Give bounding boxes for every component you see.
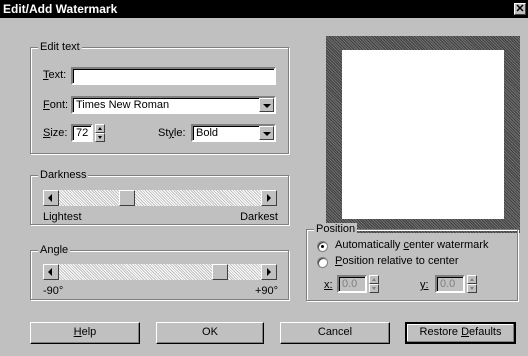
auto-center-label-pre: Automatically bbox=[335, 239, 404, 251]
darkness-min-label: Lightest bbox=[43, 211, 82, 223]
size-label-rest: ize: bbox=[50, 127, 68, 139]
help-button-rest: elp bbox=[81, 326, 97, 338]
radio-auto-center[interactable] bbox=[317, 241, 328, 252]
caret-down-icon[interactable] bbox=[467, 284, 477, 293]
darkness-legend: Darkness bbox=[38, 169, 89, 181]
style-label-pre: St bbox=[158, 127, 169, 139]
style-select-value: Bold bbox=[196, 127, 219, 139]
radio-relative[interactable] bbox=[317, 257, 328, 268]
close-icon: ✕ bbox=[515, 3, 525, 15]
auto-center-label-rest: enter watermark bbox=[408, 239, 489, 251]
caret-down-icon[interactable] bbox=[369, 284, 379, 293]
size-stepper[interactable] bbox=[95, 124, 105, 142]
angle-min-label: -90° bbox=[43, 285, 64, 297]
arrow-right-icon[interactable] bbox=[261, 264, 277, 280]
darkness-max-label: Darkest bbox=[240, 211, 278, 223]
text-label-rest: ext: bbox=[48, 69, 67, 81]
cancel-button[interactable]: Cancel bbox=[280, 322, 390, 344]
arrow-left-icon[interactable] bbox=[43, 190, 59, 206]
size-value: 72 bbox=[76, 127, 89, 139]
restore-button-pre: Restore bbox=[419, 326, 462, 338]
font-select-value: Times New Roman bbox=[76, 99, 170, 111]
relative-label: Position relative to center bbox=[335, 255, 459, 267]
y-label-text: y: bbox=[420, 279, 429, 291]
text-label: Text: bbox=[43, 69, 66, 81]
caret-down-icon[interactable] bbox=[95, 133, 105, 142]
ok-button[interactable]: OK bbox=[156, 322, 264, 344]
cancel-button-label: Cancel bbox=[317, 326, 353, 338]
size-label: Size: bbox=[43, 127, 67, 139]
x-label: x: bbox=[324, 279, 333, 291]
y-label: y: bbox=[420, 279, 429, 291]
y-offset-input[interactable]: 0.0 bbox=[435, 275, 465, 293]
x-offset-stepper[interactable] bbox=[369, 275, 379, 293]
caret-up-icon[interactable] bbox=[95, 124, 105, 133]
font-label-accel: F bbox=[43, 99, 50, 111]
darkness-group: Darkness Lightest Darkest bbox=[30, 169, 289, 225]
angle-slider[interactable] bbox=[43, 264, 277, 280]
y-offset-stepper[interactable] bbox=[467, 275, 477, 293]
darkness-slider[interactable] bbox=[43, 190, 277, 206]
title-bar: Edit/Add Watermark ✕ bbox=[0, 0, 528, 18]
caret-up-icon[interactable] bbox=[467, 275, 477, 284]
angle-group: Angle -90° +90° bbox=[30, 244, 289, 300]
help-button-accel: H bbox=[73, 326, 82, 338]
style-select[interactable]: Bold bbox=[191, 124, 276, 142]
position-legend: Position bbox=[314, 223, 358, 235]
restore-defaults-button[interactable]: Restore Defaults bbox=[405, 322, 516, 344]
angle-legend: Angle bbox=[38, 244, 71, 256]
position-group: Position Automatically center watermark … bbox=[306, 223, 518, 301]
style-label-rest: le: bbox=[173, 127, 186, 139]
relative-label-rest: osition relative to center bbox=[342, 255, 459, 267]
font-label-rest: ont: bbox=[49, 99, 69, 111]
close-button[interactable]: ✕ bbox=[514, 3, 526, 15]
arrow-left-icon[interactable] bbox=[43, 264, 59, 280]
edit-text-group: Edit text Text: Font: Times New Roman Si… bbox=[30, 41, 289, 154]
style-label: Style: bbox=[158, 127, 186, 139]
preview-page bbox=[342, 50, 504, 219]
size-input[interactable]: 72 bbox=[71, 124, 93, 142]
angle-thumb[interactable] bbox=[212, 264, 228, 280]
restore-button-accel: D bbox=[461, 326, 470, 338]
help-button[interactable]: Help bbox=[30, 322, 140, 344]
watermark-text-input[interactable] bbox=[71, 67, 276, 85]
font-select[interactable]: Times New Roman bbox=[71, 96, 276, 114]
x-offset-value: 0.0 bbox=[342, 278, 358, 290]
x-offset-input[interactable]: 0.0 bbox=[337, 275, 367, 293]
window-title: Edit/Add Watermark bbox=[3, 2, 118, 16]
y-offset-value: 0.0 bbox=[440, 278, 456, 290]
font-label: Font: bbox=[43, 99, 68, 111]
edit-add-watermark-dialog: Edit/Add Watermark ✕ Edit text Text: Fon… bbox=[0, 0, 528, 356]
restore-button-rest: efaults bbox=[469, 326, 502, 338]
edit-text-legend: Edit text bbox=[38, 41, 82, 53]
chevron-down-icon[interactable] bbox=[259, 126, 274, 140]
caret-up-icon[interactable] bbox=[369, 275, 379, 284]
watermark-preview bbox=[326, 36, 520, 233]
darkness-thumb[interactable] bbox=[119, 190, 135, 206]
auto-center-label: Automatically center watermark bbox=[335, 239, 488, 251]
angle-max-label: +90° bbox=[254, 285, 278, 297]
chevron-down-icon[interactable] bbox=[259, 98, 274, 112]
ok-button-label: OK bbox=[202, 326, 218, 338]
arrow-right-icon[interactable] bbox=[261, 190, 277, 206]
x-label-text: x: bbox=[324, 279, 333, 291]
